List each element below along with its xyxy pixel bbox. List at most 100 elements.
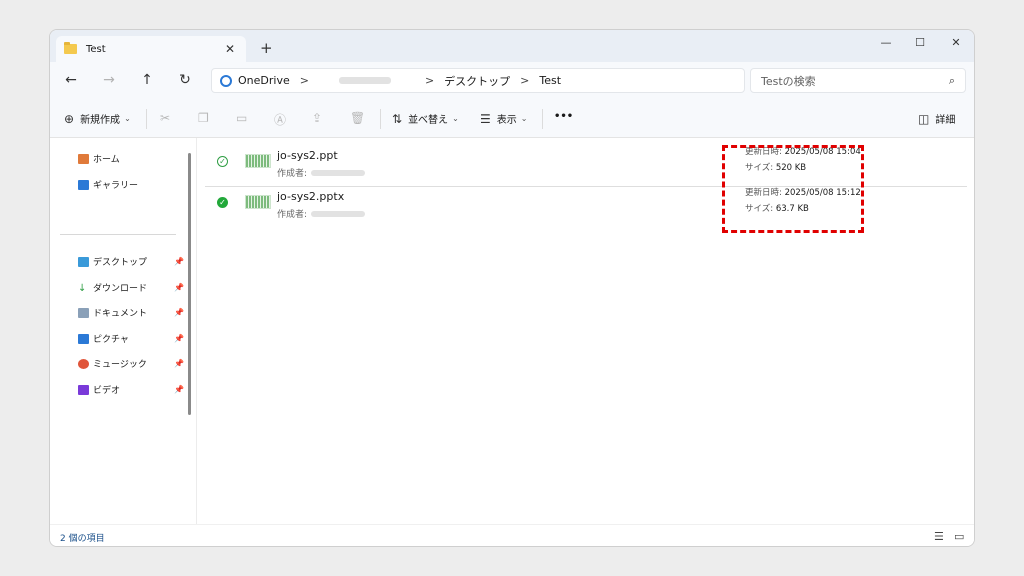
tab-bar: Test ✕ + — ☐ ✕ bbox=[50, 30, 974, 62]
minimize-button[interactable]: — bbox=[876, 36, 896, 49]
item-count: 2 個の項目 bbox=[60, 534, 105, 544]
breadcrumb-separator[interactable]: > bbox=[520, 74, 529, 87]
toolbar-divider bbox=[380, 109, 381, 129]
more-icon: ••• bbox=[554, 111, 574, 122]
pin-icon[interactable]: 📌 bbox=[174, 385, 184, 394]
blurred-account-name[interactable] bbox=[338, 77, 391, 84]
file-explorer-window: Test ✕ + — ☐ ✕ ← → ↑ ↻ OneDrive > > デスクト… bbox=[49, 29, 975, 547]
trash-icon: 🗑 bbox=[350, 111, 366, 125]
sidebar-item-desktop[interactable]: デスクトップ 📌 bbox=[78, 255, 184, 268]
pin-icon[interactable]: 📌 bbox=[174, 359, 184, 368]
view-button[interactable]: ☰ 表示 ⌄ bbox=[480, 111, 528, 127]
sidebar-item-label: ピクチャ bbox=[93, 335, 129, 345]
pin-icon[interactable]: 📌 bbox=[174, 283, 184, 292]
blurred-author-name bbox=[311, 169, 366, 176]
sync-status-icon: ✓ bbox=[217, 156, 228, 167]
search-input[interactable]: Testの検索 ⌕ bbox=[750, 68, 966, 93]
document-icon bbox=[78, 307, 89, 318]
pin-icon[interactable]: 📌 bbox=[174, 334, 184, 343]
close-tab-icon[interactable]: ✕ bbox=[222, 42, 238, 56]
chevron-down-icon: ⌄ bbox=[520, 114, 528, 123]
toolbar-divider bbox=[146, 109, 147, 129]
sidebar-scrollbar[interactable] bbox=[188, 153, 191, 415]
onedrive-icon bbox=[220, 74, 232, 87]
author-label: 作成者: bbox=[277, 169, 308, 179]
file-name[interactable]: jo-sys2.ppt bbox=[277, 149, 338, 162]
address-bar[interactable]: OneDrive > > デスクトップ > Test bbox=[211, 68, 745, 93]
sidebar-item-label: デスクトップ bbox=[93, 258, 148, 268]
share-icon: ⇪ bbox=[312, 111, 323, 125]
file-thumbnail-icon bbox=[245, 154, 271, 168]
address-row: ← → ↑ ↻ OneDrive > > デスクトップ > Test Testの… bbox=[50, 62, 974, 100]
author-label: 作成者: bbox=[277, 210, 308, 220]
sidebar-item-label: ビデオ bbox=[93, 386, 121, 396]
up-button[interactable]: ↑ bbox=[138, 72, 156, 88]
sort-icon: ⇅ bbox=[392, 111, 403, 126]
gallery-icon bbox=[78, 179, 89, 190]
pin-icon[interactable]: 📌 bbox=[174, 308, 184, 317]
chevron-down-icon: ⌄ bbox=[124, 114, 131, 123]
paste-button[interactable]: ▭ bbox=[236, 111, 253, 125]
highlight-annotation bbox=[722, 145, 864, 233]
sidebar-item-label: ギャラリー bbox=[93, 181, 139, 191]
breadcrumb-separator[interactable]: > bbox=[425, 74, 434, 87]
sidebar-item-pictures[interactable]: ピクチャ 📌 bbox=[78, 332, 184, 345]
maximize-button[interactable]: ☐ bbox=[910, 36, 930, 49]
details-view-icon[interactable]: ☰ bbox=[934, 530, 944, 543]
search-icon[interactable]: ⌕ bbox=[949, 74, 955, 88]
download-icon: ↓ bbox=[78, 282, 87, 294]
close-window-button[interactable]: ✕ bbox=[946, 36, 966, 49]
more-options-button[interactable]: ••• bbox=[554, 111, 573, 122]
sort-button[interactable]: ⇅ 並べ替え ⌄ bbox=[392, 111, 459, 127]
folder-icon bbox=[64, 42, 77, 54]
refresh-button[interactable]: ↻ bbox=[176, 72, 194, 88]
desktop-icon bbox=[78, 256, 89, 267]
breadcrumb-desktop[interactable]: デスクトップ bbox=[444, 73, 510, 89]
rename-button[interactable]: Ⓐ bbox=[274, 111, 292, 128]
forward-button[interactable]: → bbox=[100, 72, 118, 88]
cut-button[interactable]: ✂ bbox=[160, 111, 176, 125]
toolbar-divider bbox=[542, 109, 543, 129]
new-button-label: 新規作成 bbox=[80, 115, 121, 126]
sort-button-label: 並べ替え bbox=[408, 115, 449, 126]
share-button[interactable]: ⇪ bbox=[312, 111, 328, 125]
breadcrumb-test[interactable]: Test bbox=[539, 74, 561, 87]
video-icon bbox=[78, 384, 89, 395]
scissors-icon: ✂ bbox=[160, 111, 171, 125]
sidebar-item-music[interactable]: ミュージック 📌 bbox=[78, 357, 184, 370]
copy-button[interactable]: ❐ bbox=[198, 111, 215, 125]
copy-icon: ❐ bbox=[198, 111, 209, 125]
breadcrumb-onedrive[interactable]: OneDrive bbox=[238, 74, 290, 87]
delete-button[interactable]: 🗑 bbox=[350, 111, 371, 125]
clipboard-icon: ▭ bbox=[236, 111, 248, 125]
details-pane-button[interactable]: ◫ 詳細 bbox=[918, 111, 956, 127]
sidebar-item-videos[interactable]: ビデオ 📌 bbox=[78, 383, 184, 396]
sidebar-item-label: ホーム bbox=[93, 155, 120, 165]
sidebar-divider bbox=[60, 234, 176, 235]
new-tab-button[interactable]: + bbox=[260, 39, 273, 57]
new-button[interactable]: ⊕ 新規作成 ⌄ bbox=[64, 111, 131, 127]
file-author: 作成者: bbox=[277, 207, 366, 220]
tab-title: Test bbox=[86, 43, 106, 55]
blurred-author-name bbox=[311, 210, 366, 217]
rename-icon: Ⓐ bbox=[274, 113, 287, 127]
search-placeholder: Testの検索 bbox=[761, 74, 816, 88]
breadcrumb-separator[interactable]: > bbox=[300, 74, 309, 87]
sidebar-item-documents[interactable]: ドキュメント 📌 bbox=[78, 306, 184, 319]
sidebar-item-label: ドキュメント bbox=[93, 309, 148, 319]
tiles-view-icon[interactable]: ▭ bbox=[954, 530, 964, 543]
back-button[interactable]: ← bbox=[62, 72, 80, 88]
view-button-label: 表示 bbox=[496, 115, 517, 126]
file-thumbnail-icon bbox=[245, 195, 271, 209]
command-bar: ⊕ 新規作成 ⌄ ✂ ❐ ▭ Ⓐ ⇪ 🗑 ⇅ 並べ替え ⌄ ☰ 表示 ⌄ •••… bbox=[50, 100, 974, 138]
sidebar-item-downloads[interactable]: ↓ ダウンロード 📌 bbox=[78, 281, 184, 295]
tab-test[interactable]: Test ✕ bbox=[56, 36, 246, 62]
details-button-label: 詳細 bbox=[935, 115, 956, 126]
sidebar-item-home[interactable]: ホーム bbox=[78, 152, 184, 165]
sidebar-item-label: ミュージック bbox=[93, 360, 147, 370]
pin-icon[interactable]: 📌 bbox=[174, 257, 184, 266]
details-pane-icon: ◫ bbox=[918, 111, 930, 126]
file-name[interactable]: jo-sys2.pptx bbox=[277, 190, 344, 203]
status-bar: 2 個の項目 ☰ ▭ bbox=[50, 524, 974, 546]
sidebar-item-gallery[interactable]: ギャラリー bbox=[78, 178, 184, 191]
